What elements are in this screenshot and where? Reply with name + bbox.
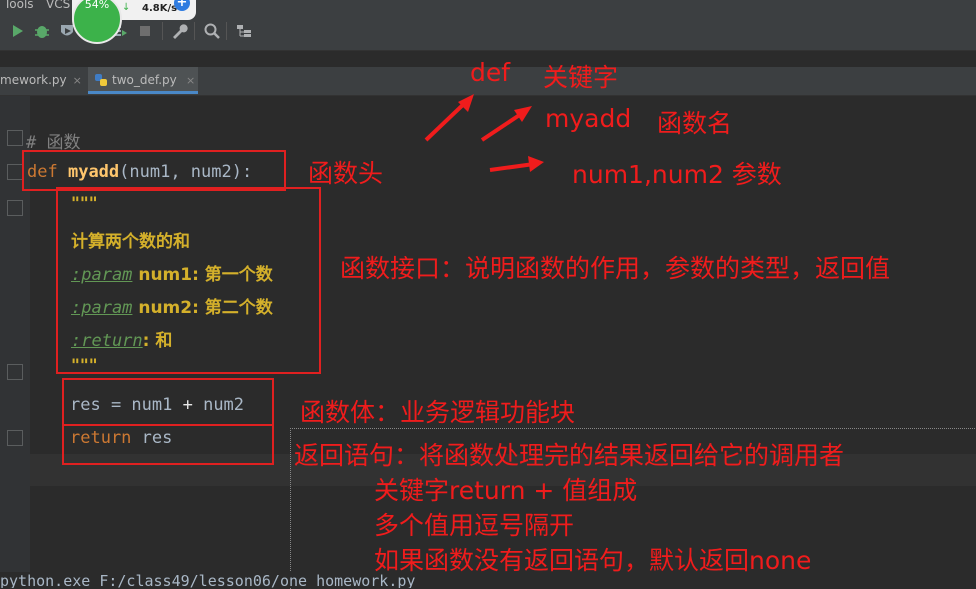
annotation-return-note-1: 关键字return + 值组成: [374, 476, 638, 505]
annotation-myadd: myadd: [545, 104, 632, 133]
annotation-keyword: 关键字: [543, 63, 619, 92]
tab-label: two_def.py: [112, 73, 177, 87]
plus-icon[interactable]: +: [174, 0, 190, 11]
fold-marker-icon[interactable]: [7, 200, 23, 216]
network-speed-widget: 54% ↓ 4.8K/s +: [72, 0, 196, 44]
annotation-def: def: [470, 58, 511, 87]
annotation-return: 返回语句：将函数处理完的结果返回给它的调用者: [294, 441, 845, 470]
download-arrow-icon: ↓: [122, 2, 131, 13]
fold-marker-icon[interactable]: [7, 364, 23, 380]
annotation-interface: 函数接口：说明函数的作用，参数的类型，返回值: [340, 254, 891, 283]
close-icon[interactable]: ×: [186, 67, 195, 94]
run-console-line: python.exe F:/class49/lesson06/one_homew…: [0, 572, 976, 588]
download-rate: 4.8K/s: [142, 3, 178, 14]
toolbar-separator: [226, 22, 227, 40]
close-icon[interactable]: ×: [73, 74, 82, 87]
toolbar-separator: [194, 22, 195, 40]
function-head-box: [22, 150, 286, 191]
arrow-to-params: [489, 162, 535, 172]
annotation-body: 函数体：业务逻辑功能块: [300, 398, 576, 427]
docstring-box: [56, 187, 321, 374]
tab-label: mework.py: [0, 73, 67, 87]
fold-marker-icon[interactable]: [7, 430, 23, 446]
search-icon[interactable]: [203, 22, 221, 40]
arrow-to-myadd: [480, 110, 526, 142]
arrow-to-def: [424, 98, 470, 142]
toolbar-separator: [162, 22, 163, 40]
menu-vcs[interactable]: VCS: [46, 0, 70, 11]
annotation-params: num1,num2 参数: [572, 160, 782, 189]
python-file-icon: [95, 74, 107, 86]
structure-icon[interactable]: [235, 22, 253, 40]
run-icon[interactable]: [8, 22, 26, 40]
menu-tools[interactable]: Tools: [4, 0, 34, 11]
tab-homework[interactable]: mework.py ×: [0, 67, 84, 94]
annotation-function-head: 函数头: [308, 159, 384, 188]
wrench-icon[interactable]: [170, 22, 188, 40]
tab-two-def[interactable]: two_def.py ×: [88, 67, 198, 94]
debug-icon[interactable]: [33, 22, 51, 40]
fold-marker-icon[interactable]: [7, 164, 23, 180]
annotation-return-note-2: 多个值用逗号隔开: [374, 511, 575, 540]
annotation-function-name: 函数名: [657, 109, 733, 138]
function-body-box: [62, 378, 274, 426]
fold-marker-icon[interactable]: [7, 130, 23, 146]
stop-icon[interactable]: [136, 22, 154, 40]
return-statement-box: [62, 424, 274, 465]
